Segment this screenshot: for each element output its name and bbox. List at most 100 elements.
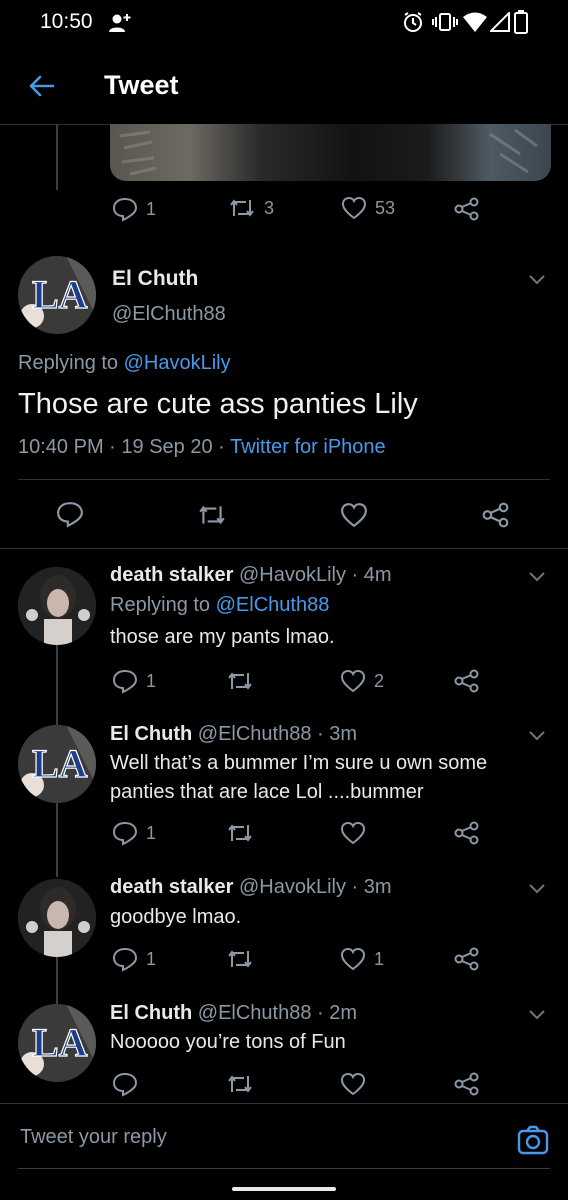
tweet-meta: 10:40 PM · 19 Sep 20 · Twitter for iPhon… [18,436,386,459]
share-button[interactable] [454,947,480,971]
battery-icon [514,10,528,34]
reply-meta: @ElChuth88 · 2m [197,1002,358,1024]
reply-button[interactable]: 1 [112,946,156,972]
share-icon [454,197,480,221]
retweet-count: 3 [264,197,275,218]
replying-to-label: Replying to [110,594,211,616]
retweet-icon [226,1072,254,1096]
share-button[interactable] [454,669,480,693]
meta-separator: · [109,436,116,458]
chevron-down-icon[interactable] [526,565,548,587]
camera-icon[interactable] [517,1125,549,1155]
top-app-bar: Tweet [0,44,568,124]
heart-icon[interactable] [340,502,368,528]
like-button[interactable]: 1 [340,947,384,971]
reply-icon [112,668,138,694]
retweet-icon[interactable] [197,502,227,528]
like-button[interactable] [340,821,374,845]
handle[interactable]: @ElChuth88 [112,303,226,326]
tweet-time: 10:40 PM [18,436,104,458]
display-name[interactable]: death stalker [110,876,233,898]
share-icon [454,669,480,693]
reply-icon [112,820,138,846]
chevron-down-icon[interactable] [526,1003,548,1025]
share-button[interactable] [454,197,480,221]
like-button[interactable]: 2 [340,669,384,693]
reply-text: Nooooo you’re tons of Fun [110,1031,346,1053]
reply-header: El Chuth @ElChuth88 · 2m [110,1002,357,1025]
display-name[interactable]: death stalker [110,564,233,586]
retweet-button[interactable] [226,1072,262,1096]
gesture-bar [232,1187,336,1191]
heart-icon [340,947,366,971]
avatar[interactable] [18,879,96,957]
replying-to-line: Replying to @HavokLily [18,352,231,375]
arrow-left-icon[interactable] [28,74,54,98]
like-button[interactable]: 53 [341,196,395,220]
share-icon [454,821,480,845]
reply-count: 1 [146,822,157,843]
reply-meta: @HavokLily · 3m [238,876,392,898]
reply-button[interactable]: 1 [112,820,156,846]
reply-text: Well that’s a bummer I’m sure u own some [110,752,488,774]
reply-button[interactable]: 1 [112,196,156,222]
reply-meta: @ElChuth88 · 3m [197,723,358,745]
retweet-button[interactable]: 3 [228,196,274,220]
retweet-icon [226,947,254,971]
display-name[interactable]: El Chuth [110,1002,192,1024]
status-time: 10:50 [40,10,93,33]
reply-composer [0,1104,568,1168]
share-button[interactable] [454,1072,480,1096]
heart-icon [340,821,366,845]
reply-icon [112,946,138,972]
display-name[interactable]: El Chuth [112,267,198,291]
replying-to-link[interactable]: @HavokLily [124,352,231,374]
like-button[interactable] [340,1072,374,1096]
reply-text: panties that are lace Lol ....bummer [110,781,424,803]
retweet-button[interactable] [226,947,262,971]
reply-count: 1 [146,198,157,219]
heart-icon [341,196,367,220]
share-icon [454,947,480,971]
tweet-date: 19 Sep 20 [121,436,213,458]
avatar[interactable]: LA [18,725,96,803]
reply-header: death stalker @HavokLily · 4m [110,564,392,587]
retweet-button[interactable] [226,669,262,693]
display-name[interactable]: El Chuth [110,723,192,745]
page-title: Tweet [104,70,179,100]
replying-to-line: Replying to @ElChuth88 [110,594,329,617]
share-button[interactable] [454,821,480,845]
reply-button[interactable]: 1 [112,668,156,694]
svg-text:LA: LA [32,741,88,786]
section-divider [0,548,568,549]
like-count: 53 [375,197,396,218]
meta-separator: · [218,436,225,458]
avatar[interactable]: LA [18,1004,96,1082]
chevron-down-icon[interactable] [526,724,548,746]
chevron-down-icon[interactable] [526,268,548,290]
reply-count: 1 [146,670,157,691]
thread-line [56,957,58,1005]
like-count: 2 [374,670,385,691]
chevron-down-icon[interactable] [526,877,548,899]
reply-icon [112,196,138,222]
reply-button[interactable] [112,1071,146,1097]
tweet-media-image[interactable] [110,124,551,181]
retweet-icon [226,821,254,845]
avatar[interactable]: LA [18,256,96,334]
retweet-icon [226,669,254,693]
replying-to-link[interactable]: @ElChuth88 [216,594,330,616]
retweet-button[interactable] [226,821,262,845]
share-icon [454,1072,480,1096]
tweet-source[interactable]: Twitter for iPhone [230,436,386,458]
reply-meta: @HavokLily · 4m [238,564,392,586]
composer-underline [18,1168,550,1169]
share-icon[interactable] [482,502,510,528]
reply-input[interactable] [18,1118,492,1156]
alarm-icon [402,11,424,33]
retweet-icon [228,196,256,220]
reply-icon[interactable] [56,500,84,528]
avatar[interactable] [18,567,96,645]
thread-line [56,645,58,725]
svg-text:LA: LA [32,272,88,317]
